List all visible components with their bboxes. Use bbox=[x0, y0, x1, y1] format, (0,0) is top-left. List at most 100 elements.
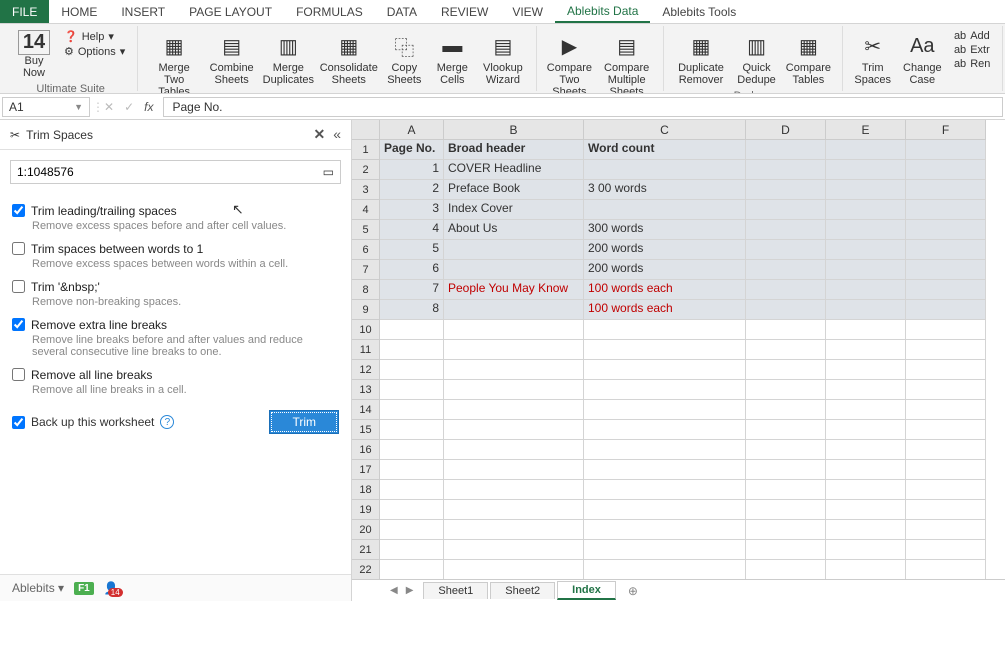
cell[interactable] bbox=[584, 200, 746, 220]
cell[interactable] bbox=[826, 200, 906, 220]
row-header[interactable]: 2 bbox=[352, 160, 380, 180]
cell[interactable] bbox=[826, 560, 906, 579]
cell[interactable] bbox=[444, 400, 584, 420]
opt-extra-line-breaks[interactable]: Remove extra line breaks bbox=[12, 318, 339, 332]
cell[interactable] bbox=[906, 220, 986, 240]
cell[interactable] bbox=[906, 160, 986, 180]
cell[interactable]: Preface Book bbox=[444, 180, 584, 200]
cell[interactable] bbox=[444, 440, 584, 460]
cell[interactable]: 8 bbox=[380, 300, 444, 320]
cell[interactable]: 3 bbox=[380, 200, 444, 220]
col-header-e[interactable]: E bbox=[826, 120, 906, 140]
cell[interactable]: Broad header bbox=[444, 140, 584, 160]
tab-review[interactable]: REVIEW bbox=[429, 0, 500, 23]
cell[interactable] bbox=[584, 360, 746, 380]
cell[interactable] bbox=[906, 440, 986, 460]
cell[interactable] bbox=[380, 320, 444, 340]
cell[interactable] bbox=[906, 540, 986, 560]
cell[interactable]: About Us bbox=[444, 220, 584, 240]
cell[interactable] bbox=[584, 160, 746, 180]
row-header[interactable]: 6 bbox=[352, 240, 380, 260]
cell[interactable] bbox=[584, 520, 746, 540]
merge-cells-button[interactable]: ▬Merge Cells bbox=[428, 28, 476, 94]
row-header[interactable]: 10 bbox=[352, 320, 380, 340]
col-header-d[interactable]: D bbox=[746, 120, 826, 140]
opt-leading-trailing[interactable]: Trim leading/trailing spaces bbox=[12, 204, 339, 218]
cell[interactable] bbox=[906, 520, 986, 540]
row-header[interactable]: 8 bbox=[352, 280, 380, 300]
tab-view[interactable]: VIEW bbox=[500, 0, 555, 23]
col-header-a[interactable]: A bbox=[380, 120, 444, 140]
formula-input[interactable]: Page No. bbox=[163, 97, 1003, 117]
row-header[interactable]: 7 bbox=[352, 260, 380, 280]
cell[interactable] bbox=[906, 340, 986, 360]
buy-now-button[interactable]: 14 Buy Now bbox=[10, 28, 58, 81]
row-header[interactable]: 15 bbox=[352, 420, 380, 440]
add-button[interactable]: ab Add bbox=[954, 30, 990, 42]
cell[interactable] bbox=[380, 440, 444, 460]
cell[interactable] bbox=[746, 380, 826, 400]
cell[interactable] bbox=[826, 440, 906, 460]
fx-icon[interactable]: fx bbox=[144, 100, 153, 114]
cell[interactable] bbox=[380, 340, 444, 360]
sheet-tab-2[interactable]: Sheet2 bbox=[490, 582, 555, 599]
cell[interactable] bbox=[444, 500, 584, 520]
cell[interactable] bbox=[584, 400, 746, 420]
tab-ablebits-tools[interactable]: Ablebits Tools bbox=[650, 0, 748, 23]
row-header[interactable]: 21 bbox=[352, 540, 380, 560]
cell[interactable] bbox=[746, 320, 826, 340]
enter-icon[interactable]: ✓ bbox=[124, 100, 134, 114]
change-case-button[interactable]: AaChange Case bbox=[897, 28, 948, 89]
compare-tables-button[interactable]: ▦Compare Tables bbox=[781, 28, 836, 88]
row-header[interactable]: 5 bbox=[352, 220, 380, 240]
cell[interactable] bbox=[746, 300, 826, 320]
tab-page-layout[interactable]: PAGE LAYOUT bbox=[177, 0, 284, 23]
cell[interactable] bbox=[826, 400, 906, 420]
cell[interactable] bbox=[444, 300, 584, 320]
row-header[interactable]: 22 bbox=[352, 560, 380, 579]
cell[interactable] bbox=[906, 260, 986, 280]
row-header[interactable]: 12 bbox=[352, 360, 380, 380]
tab-ablebits-data[interactable]: Ablebits Data bbox=[555, 0, 650, 23]
cell[interactable] bbox=[826, 460, 906, 480]
cell[interactable]: COVER Headline bbox=[444, 160, 584, 180]
trim-button[interactable]: Trim bbox=[269, 410, 339, 434]
combine-sheets-button[interactable]: ▤Combine Sheets bbox=[204, 28, 260, 94]
cell[interactable] bbox=[444, 240, 584, 260]
cell[interactable]: 4 bbox=[380, 220, 444, 240]
cell[interactable] bbox=[444, 460, 584, 480]
cell[interactable] bbox=[746, 140, 826, 160]
sheet-next-icon[interactable]: ▶ bbox=[406, 585, 414, 596]
range-input[interactable] bbox=[17, 165, 323, 179]
opt-backup[interactable]: Back up this worksheet ? bbox=[12, 415, 174, 429]
sheet-tab-1[interactable]: Sheet1 bbox=[423, 582, 488, 599]
cell[interactable]: 5 bbox=[380, 240, 444, 260]
cell[interactable] bbox=[906, 240, 986, 260]
cell[interactable] bbox=[746, 180, 826, 200]
cell[interactable] bbox=[826, 380, 906, 400]
cell[interactable]: 100 words each bbox=[584, 280, 746, 300]
tab-formulas[interactable]: FORMULAS bbox=[284, 0, 375, 23]
chevron-down-icon[interactable]: ▼ bbox=[74, 102, 83, 112]
f1-badge[interactable]: F1 bbox=[74, 582, 94, 595]
select-all-corner[interactable] bbox=[352, 120, 380, 140]
cell[interactable] bbox=[746, 480, 826, 500]
row-header[interactable]: 4 bbox=[352, 200, 380, 220]
cell[interactable] bbox=[906, 380, 986, 400]
cell[interactable] bbox=[380, 400, 444, 420]
cell[interactable]: 200 words bbox=[584, 240, 746, 260]
cell[interactable] bbox=[380, 360, 444, 380]
merge-duplicates-button[interactable]: ▥Merge Duplicates bbox=[259, 28, 317, 94]
tab-file[interactable]: FILE bbox=[0, 0, 49, 23]
cell[interactable] bbox=[380, 560, 444, 579]
row-header[interactable]: 14 bbox=[352, 400, 380, 420]
cell[interactable]: 6 bbox=[380, 260, 444, 280]
merge-two-tables-button[interactable]: ▦Merge Two Tables bbox=[144, 28, 204, 94]
vlookup-wizard-button[interactable]: ▤Vlookup Wizard bbox=[476, 28, 529, 94]
quick-dedupe-button[interactable]: ▥Quick Dedupe bbox=[732, 28, 781, 88]
help-button[interactable]: ❓Help ▾ bbox=[64, 30, 125, 43]
consolidate-sheets-button[interactable]: ▦Consolidate Sheets bbox=[317, 28, 380, 94]
cell[interactable] bbox=[746, 560, 826, 579]
collapse-icon[interactable]: « bbox=[333, 126, 341, 143]
cell[interactable] bbox=[906, 460, 986, 480]
